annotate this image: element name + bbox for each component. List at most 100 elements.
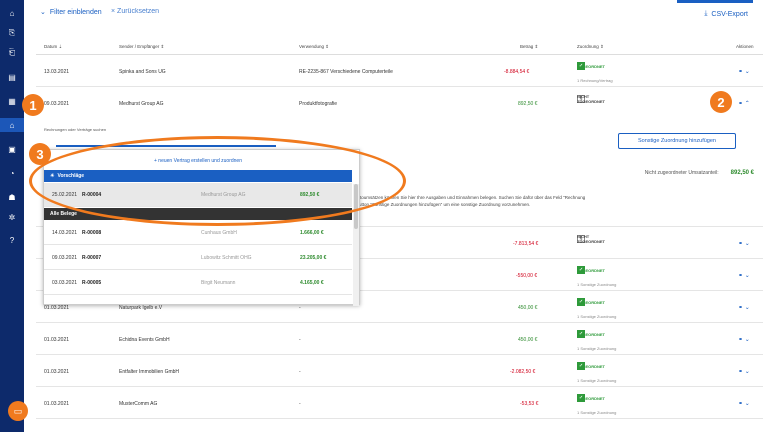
unassigned-value: 892,50 € bbox=[730, 170, 754, 176]
help-icon[interactable]: ? bbox=[0, 233, 24, 247]
unassigned-label: Nicht zugeordneter Umsatzanteil: bbox=[644, 170, 719, 176]
link-icon[interactable]: ⚭ ⌄ bbox=[738, 240, 750, 247]
row-amount: -550,00 € bbox=[516, 273, 538, 279]
row-purpose: - bbox=[299, 305, 301, 311]
chevron-down-icon: ⌄ bbox=[40, 9, 46, 16]
row-amount: -53,53 € bbox=[520, 401, 539, 407]
link-icon[interactable]: ⚭ ⌄ bbox=[738, 400, 750, 407]
row-purpose: RE-2235-867 Verschiedene Computerteile bbox=[299, 69, 393, 75]
col-assignment[interactable]: Zuordnung ⇕ bbox=[577, 44, 604, 50]
row-sub: 1 Sonstige Zuordnung bbox=[577, 314, 617, 319]
row-sub: 1 Sonstige Zuordnung bbox=[577, 410, 617, 415]
item-date: 03.03.2021 bbox=[52, 280, 78, 286]
side-nav: ⌂ ⎘ ⎗ ▤ ▦ ⌂ ▣ ◔ ☗ ✲ ? bbox=[0, 0, 24, 432]
table-row[interactable]: 01.03.2021 MusterComm AG - -53,53 € ✓ ZUG… bbox=[36, 388, 763, 419]
row-amount: 450,00 € bbox=[518, 337, 538, 343]
status-label: NICHT ZUGEORDNET bbox=[577, 94, 605, 104]
link-icon[interactable]: ⚭ ⌄ bbox=[738, 336, 750, 343]
add-other-assignment-button[interactable]: Sonstige Zuordnung hinzufügen bbox=[618, 133, 736, 149]
callout-2: 2 bbox=[710, 91, 732, 113]
status-label: ZUGEORDNET bbox=[577, 63, 605, 69]
col-purpose[interactable]: Verwendung ⇕ bbox=[299, 44, 329, 50]
row-party: Entfalter Immobilien GmbH bbox=[119, 369, 180, 375]
col-amount[interactable]: Betrag ⇕ bbox=[520, 44, 538, 50]
row-amount: -7.813,54 € bbox=[513, 241, 539, 247]
row-sub: 1 Rechnung/Vertrag bbox=[577, 78, 613, 83]
invoice-in-icon[interactable]: ⎗ bbox=[0, 46, 24, 60]
panel-note: ertoumsätzen können Sie hier Ihre Ausgab… bbox=[356, 194, 636, 208]
row-party: Echidna Events GmbH bbox=[119, 337, 170, 343]
csv-label: CSV-Export bbox=[711, 10, 748, 18]
filter-label: Filter einblenden bbox=[49, 8, 102, 16]
all-label: Alle Belege bbox=[50, 211, 77, 217]
receipt-icon[interactable]: ▣ bbox=[0, 142, 24, 156]
link-icon[interactable]: ⚭ ⌄ bbox=[738, 68, 750, 75]
csv-accent-bar bbox=[677, 0, 753, 3]
note-line-1: ertoumsätzen können Sie hier Ihre Ausgab… bbox=[356, 195, 586, 200]
list-item[interactable]: 03.03.2021 R-00005 Birgit Neumann 4.165,… bbox=[44, 271, 352, 295]
home-icon[interactable]: ⌂ bbox=[0, 6, 24, 20]
status-label: ZUGEORDNET bbox=[577, 331, 605, 337]
download-icon: ⤓ bbox=[704, 10, 708, 17]
table-header: Datum ⇣ Sender / Empfänger ⇕ Verwendung … bbox=[36, 39, 763, 55]
bank-icon[interactable]: ⌂ bbox=[0, 118, 24, 132]
document-icon[interactable]: ▤ bbox=[0, 70, 24, 84]
note-line-2: Button "Sonstige Zuordnungen hinzufügen"… bbox=[356, 202, 531, 207]
link-icon[interactable]: ⚭ ⌄ bbox=[738, 368, 750, 375]
status-label: ZUGEORDNET bbox=[577, 363, 605, 369]
row-sub: 1 Sonstige Zuordnung bbox=[577, 282, 617, 287]
table-row-expanded[interactable]: 09.03.2021 Medhurst Group AG Produktfoto… bbox=[36, 88, 763, 119]
table-row[interactable]: 01.03.2021 Entfalter Immobilien GmbH - -… bbox=[36, 356, 763, 387]
item-date: 09.03.2021 bbox=[52, 255, 78, 261]
status-label: ZUGEORDNET bbox=[577, 299, 605, 305]
row-amount: -8.884,54 € bbox=[504, 69, 530, 75]
dashboard-icon[interactable]: ▦ bbox=[0, 94, 24, 108]
row-date: 13.03.2021 bbox=[44, 69, 70, 75]
row-party: Naturpark Igelb e.V bbox=[119, 305, 163, 311]
invoice-out-icon[interactable]: ⎘ bbox=[0, 26, 24, 40]
link-icon[interactable]: ⚭ ⌄ bbox=[738, 304, 750, 311]
item-name: Lubowitz Schmitt OHG bbox=[201, 255, 252, 261]
settings-icon[interactable]: ✲ bbox=[0, 210, 24, 224]
col-party[interactable]: Sender / Empfänger ⇕ bbox=[119, 44, 164, 50]
item-ref: R-00005 bbox=[82, 280, 102, 286]
status-label: NICHT ZUGEORDNET bbox=[577, 234, 605, 244]
callout-3: 3 bbox=[29, 143, 51, 165]
status-label: ZUGEORDNET bbox=[577, 395, 605, 401]
chart-icon[interactable]: ◔ bbox=[0, 166, 24, 180]
highlight-ring bbox=[29, 136, 406, 226]
item-ref: R-00008 bbox=[82, 230, 102, 236]
reset-link[interactable]: × Zurücksetzen bbox=[111, 8, 159, 15]
link-icon[interactable]: ⚭ ⌃ bbox=[738, 100, 750, 107]
row-purpose: Produktfotografie bbox=[299, 101, 338, 107]
row-date: 01.03.2021 bbox=[44, 337, 70, 343]
search-label: Rechnungen oder Verträge suchen bbox=[44, 127, 107, 132]
row-amount: -2.082,50 € bbox=[510, 369, 536, 375]
col-date[interactable]: Datum ⇣ bbox=[44, 44, 62, 50]
row-date: 09.03.2021 bbox=[44, 101, 70, 107]
col-actions: Aktionen bbox=[736, 44, 754, 49]
item-name: Cunhaus GmbH bbox=[201, 230, 237, 236]
contacts-icon[interactable]: ☗ bbox=[0, 190, 24, 204]
table-row[interactable]: 13.03.2021 Spinka and Sons UG RE-2235-86… bbox=[36, 56, 763, 87]
link-icon[interactable]: ⚭ ⌄ bbox=[738, 272, 750, 279]
row-purpose: - bbox=[299, 337, 301, 343]
item-date: 14.03.2021 bbox=[52, 230, 78, 236]
callout-1: 1 bbox=[22, 94, 44, 116]
item-amount: 23.205,00 € bbox=[300, 255, 327, 261]
row-purpose: - bbox=[299, 401, 301, 407]
filter-toggle[interactable]: ⌄ Filter einblenden bbox=[40, 8, 102, 17]
row-date: 01.03.2021 bbox=[44, 305, 70, 311]
row-sub: 1 Sonstige Zuordnung bbox=[577, 378, 617, 383]
reset-label: Zurücksetzen bbox=[117, 8, 160, 15]
row-date: 01.03.2021 bbox=[44, 369, 70, 375]
table-row[interactable]: 01.03.2021 Echidna Events GmbH - 450,00 … bbox=[36, 324, 763, 355]
row-amount: 892,50 € bbox=[518, 101, 538, 107]
list-item[interactable]: 09.03.2021 R-00007 Lubowitz Schmitt OHG … bbox=[44, 246, 352, 270]
row-party: MusterComm AG bbox=[119, 401, 158, 407]
item-amount: 4.165,00 € bbox=[300, 280, 324, 286]
csv-export-button[interactable]: ⤓ CSV-Export bbox=[704, 10, 748, 18]
unassigned-share: Nicht zugeordneter Umsatzanteil: 892,50 € bbox=[645, 170, 754, 176]
chat-icon[interactable]: ▭ bbox=[8, 401, 28, 421]
item-amount: 1.666,00 € bbox=[300, 230, 324, 236]
